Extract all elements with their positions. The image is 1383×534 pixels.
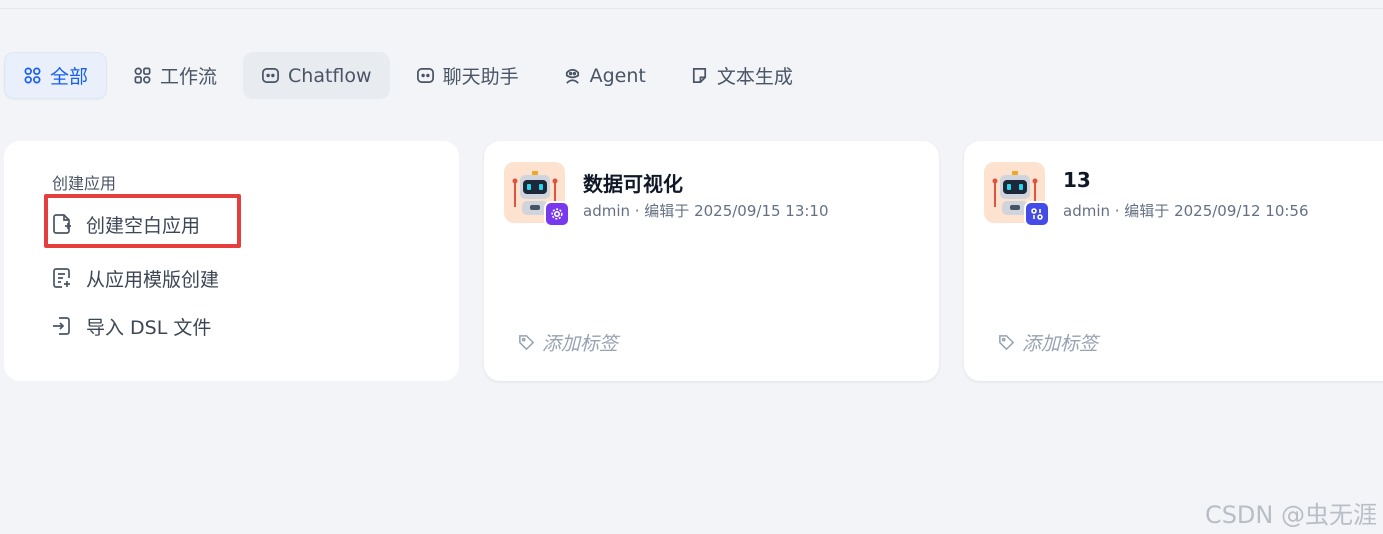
workflow-icon: [1031, 208, 1043, 220]
app-card[interactable]: 13 admin · 编辑于 2025/09/12 10:56 添加标签: [964, 141, 1383, 381]
app-type-badge: [1024, 201, 1050, 227]
tab-label: 文本生成: [716, 66, 793, 88]
add-tag-label: 添加标签: [1022, 332, 1099, 355]
tab-text-generation[interactable]: 文本生成: [672, 52, 811, 99]
tab-label: Chatflow: [288, 64, 372, 87]
tab-workflow[interactable]: 工作流: [115, 52, 235, 99]
import-icon: [53, 317, 70, 335]
tab-chatflow[interactable]: Chatflow: [243, 52, 390, 99]
create-app-card: 创建应用 创建空白应用 从应用模版创建 导入 DSL 文件: [4, 141, 459, 381]
top-divider: [0, 8, 1383, 9]
chat-bot-icon: [416, 67, 434, 84]
watermark: CSDN @虫无涯: [1204, 501, 1377, 529]
add-tag-button[interactable]: 添加标签: [997, 329, 1098, 355]
add-tag-button[interactable]: 添加标签: [517, 329, 618, 355]
text-doc-icon: [692, 67, 706, 84]
create-blank-app-button[interactable]: 创建空白应用: [50, 207, 200, 241]
template-file-icon: [53, 268, 70, 288]
agent-icon: [565, 68, 579, 84]
new-file-icon: [53, 214, 71, 234]
add-tag-label: 添加标签: [542, 332, 619, 355]
app-type-tabs: 全部 工作流 Chatflow 聊天助手 Agent 文本生成: [4, 52, 811, 99]
app-meta: admin · 编辑于 2025/09/15 13:10: [583, 202, 829, 220]
tab-label: 工作流: [160, 66, 218, 88]
workflow-icon: [134, 67, 151, 84]
create-from-template-button[interactable]: 从应用模版创建: [50, 261, 219, 295]
tab-label: Agent: [589, 64, 646, 87]
grid-icon: [24, 67, 41, 84]
tab-label: 全部: [50, 66, 89, 88]
app-type-badge: [544, 201, 570, 227]
tag-icon: [999, 334, 1015, 350]
create-from-template-label: 从应用模版创建: [86, 268, 220, 291]
tag-icon: [519, 334, 535, 350]
gear-icon: [551, 208, 563, 220]
app-name: 13: [1063, 168, 1091, 192]
tab-agent[interactable]: Agent: [545, 52, 664, 99]
create-app-title: 创建应用: [52, 174, 117, 193]
tab-all[interactable]: 全部: [4, 52, 108, 99]
app-name: 数据可视化: [583, 172, 683, 196]
import-dsl-label: 导入 DSL 文件: [86, 316, 212, 339]
app-card[interactable]: 数据可视化 admin · 编辑于 2025/09/15 13:10 添加标签: [484, 141, 939, 381]
tab-label: 聊天助手: [442, 66, 519, 88]
app-meta: admin · 编辑于 2025/09/12 10:56: [1063, 202, 1309, 220]
chatflow-icon: [262, 67, 279, 84]
tab-chat-assistant[interactable]: 聊天助手: [398, 52, 537, 99]
create-blank-app-label: 创建空白应用: [86, 214, 201, 237]
import-dsl-button[interactable]: 导入 DSL 文件: [50, 309, 211, 343]
